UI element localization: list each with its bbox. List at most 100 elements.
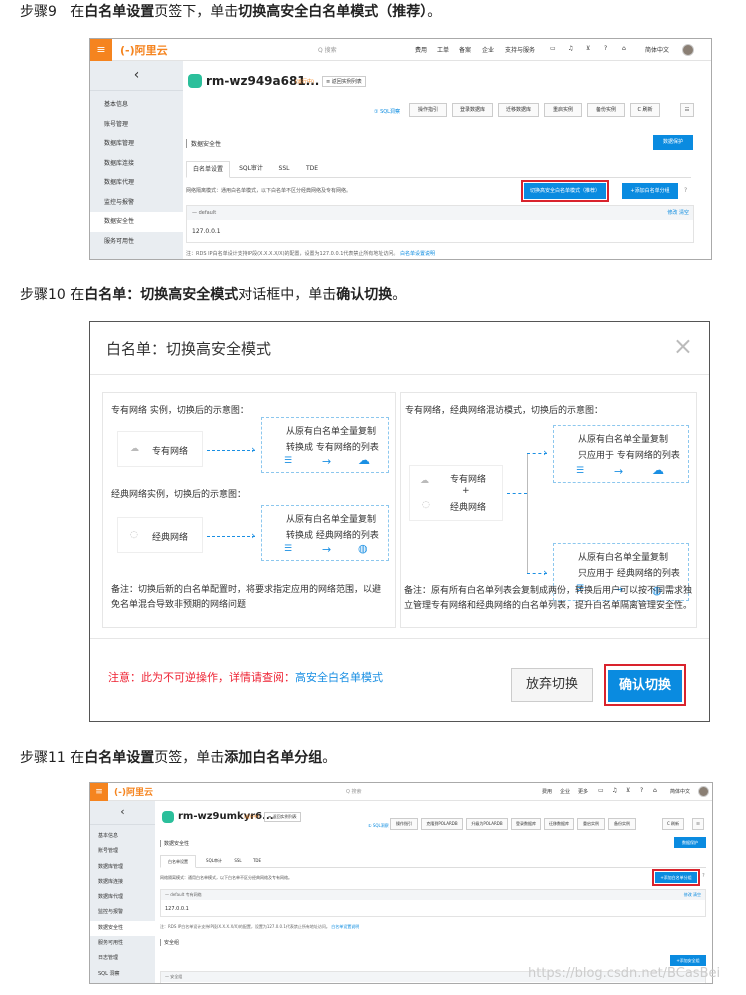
- language-switch[interactable]: 简体中文: [645, 45, 669, 54]
- back-to-list-button[interactable]: ≡ 返回实例列表: [322, 76, 366, 87]
- sidebar-item-sql-insight[interactable]: SQL 洞察: [90, 967, 155, 982]
- top-bar: ≡ (-)阿里云 Q 搜索 费用 工单 备案 企业 支持与服务 ▭ ♫ ⊻ ? …: [90, 39, 711, 61]
- tab-sql-audit[interactable]: SQL审计: [234, 161, 268, 178]
- restart-button[interactable]: 重启实例: [577, 818, 605, 830]
- hamburger-icon[interactable]: ≡: [90, 783, 108, 801]
- convert-label: 转换成 专有网络的列表: [286, 443, 379, 453]
- tab-whitelist[interactable]: 白名单设置: [160, 855, 196, 868]
- sidebar-item-connection[interactable]: 数据库连接: [90, 875, 155, 890]
- classic-diagram-title: 经典网络实例，切换后的示意图：: [111, 490, 247, 500]
- nav-fees[interactable]: 费用: [415, 45, 427, 54]
- add-security-group-button[interactable]: +添加安全组: [670, 955, 706, 966]
- home-icon[interactable]: ⌂: [653, 787, 657, 794]
- sidebar-item-availability[interactable]: 服务可用性: [90, 936, 155, 951]
- tab-tde[interactable]: TDE: [248, 855, 266, 868]
- migrate-db-button[interactable]: 迁移数据库: [544, 818, 574, 830]
- sidebar-item-monitoring[interactable]: 监控与报警: [90, 193, 183, 213]
- data-protection-button[interactable]: 数据保护: [653, 135, 693, 150]
- close-icon[interactable]: ×: [673, 332, 693, 360]
- whitelist-doc-link[interactable]: 白名单设置说明: [331, 924, 359, 929]
- cart-icon[interactable]: ⊻: [626, 787, 630, 794]
- migrate-db-button[interactable]: 迁移数据库: [498, 103, 539, 117]
- add-group-button[interactable]: +添加白名单分组: [622, 183, 678, 199]
- list-icon: ☰: [284, 544, 293, 554]
- language-switch[interactable]: 简体中文: [670, 788, 690, 795]
- step-11-instruction: 步骤11 在白名单设置页签，单击添加白名单分组。: [20, 750, 337, 766]
- cloud-icon: ☁: [420, 476, 429, 486]
- back-chevron-icon[interactable]: ‹: [90, 801, 155, 825]
- back-chevron-icon[interactable]: ‹: [90, 61, 183, 91]
- bell-icon[interactable]: ♫: [568, 45, 573, 52]
- list-icon[interactable]: ☷: [680, 103, 694, 117]
- nav-more[interactable]: 更多: [578, 788, 588, 795]
- help-icon[interactable]: ?: [640, 787, 643, 794]
- high-security-doc-link[interactable]: 高安全白名单模式: [295, 671, 383, 684]
- sidebar-item-availability[interactable]: 服务可用性: [90, 232, 183, 252]
- arrow-right-icon: →: [322, 543, 332, 556]
- sidebar-item-databases[interactable]: 数据库管理: [90, 134, 183, 154]
- help-circle-icon[interactable]: ?: [684, 187, 687, 194]
- whitelist-doc-link[interactable]: 白名单设置说明: [400, 251, 435, 257]
- sidebar-item-databases[interactable]: 数据库管理: [90, 860, 155, 875]
- sidebar-item-security[interactable]: 数据安全性: [90, 920, 155, 937]
- sql-insight-link[interactable]: ① SQL洞察: [368, 823, 389, 829]
- tab-sql-audit[interactable]: SQL审计: [200, 855, 228, 868]
- login-db-button[interactable]: 登录数据库: [452, 103, 493, 117]
- refresh-button[interactable]: C 刷新: [662, 818, 684, 830]
- backup-button[interactable]: 备份实例: [587, 103, 625, 117]
- tab-ssl[interactable]: SSL: [230, 855, 246, 868]
- avatar[interactable]: [682, 44, 694, 56]
- sidebar-item-basic-info[interactable]: 基本信息: [90, 95, 183, 115]
- sidebar-item-basic-info[interactable]: 基本信息: [90, 829, 155, 844]
- refresh-button[interactable]: C 刷新: [630, 103, 660, 117]
- terminal-icon[interactable]: ▭: [598, 787, 604, 794]
- nav-support[interactable]: 支持与服务: [505, 45, 535, 54]
- nav-icp[interactable]: 备案: [459, 45, 471, 54]
- upgrade-polardb-button[interactable]: 升级为POLARDB: [466, 818, 508, 830]
- sidebar-item-logs[interactable]: 日志管理: [90, 951, 155, 966]
- vpc-source-label: 专有网络: [152, 447, 189, 457]
- section-title: 数据安全性: [186, 139, 221, 148]
- cart-icon[interactable]: ⊻: [586, 45, 590, 52]
- tab-whitelist[interactable]: 白名单设置: [186, 161, 230, 178]
- nav-tickets[interactable]: 工单: [437, 45, 449, 54]
- edit-clear-links[interactable]: 修改 清空: [667, 206, 689, 220]
- sql-insight-link[interactable]: ① SQL洞察: [374, 108, 400, 115]
- sidebar-item-connection[interactable]: 数据库连接: [90, 154, 183, 174]
- sidebar-item-monitoring[interactable]: 监控与报警: [90, 905, 155, 920]
- nav-enterprise[interactable]: 企业: [560, 788, 570, 795]
- right-note: 备注：原有所有白名单列表会复制成两份，转换后用户可以按不同需求独立管理专有网络和…: [404, 586, 693, 611]
- terminal-icon[interactable]: ▭: [550, 45, 556, 52]
- login-db-button[interactable]: 登录数据库: [511, 818, 541, 830]
- nav-enterprise[interactable]: 企业: [482, 45, 494, 54]
- home-icon[interactable]: ⌂: [622, 45, 626, 52]
- help-icon[interactable]: ?: [604, 45, 607, 52]
- list-icon[interactable]: ☷: [692, 818, 704, 830]
- guide-button[interactable]: 操作指引: [390, 818, 418, 830]
- avatar[interactable]: [698, 786, 709, 797]
- sidebar-item-security[interactable]: 数据安全性: [90, 212, 183, 232]
- bell-icon[interactable]: ♫: [612, 787, 617, 794]
- sidebar-item-proxy[interactable]: 数据库代理: [90, 173, 183, 193]
- nav-fees[interactable]: 费用: [542, 788, 552, 795]
- cancel-switch-button[interactable]: 放弃切换: [511, 668, 593, 702]
- guide-button[interactable]: 操作指引: [409, 103, 447, 117]
- search-input[interactable]: Q 搜索: [346, 788, 362, 795]
- console-screenshot-1: ≡ (-)阿里云 Q 搜索 费用 工单 备案 企业 支持与服务 ▭ ♫ ⊻ ? …: [89, 38, 712, 260]
- restart-button[interactable]: 重启实例: [544, 103, 582, 117]
- help-circle-icon[interactable]: ?: [702, 873, 705, 879]
- sidebar-item-accounts[interactable]: 账号管理: [90, 844, 155, 859]
- clone-polardb-button[interactable]: 克隆到POLARDB: [421, 818, 463, 830]
- backup-button[interactable]: 备份实例: [608, 818, 636, 830]
- sidebar-item-accounts[interactable]: 账号管理: [90, 115, 183, 135]
- whitelist-note: 注：RDS IP白名单设计支持IP段(X.X.X.X/X)的配置，设置为127.…: [160, 924, 360, 929]
- sidebar-item-proxy[interactable]: 数据库代理: [90, 890, 155, 905]
- tab-tde[interactable]: TDE: [300, 161, 324, 178]
- tab-ssl[interactable]: SSL: [272, 161, 296, 178]
- hamburger-icon[interactable]: ≡: [90, 39, 112, 61]
- edit-clear-links[interactable]: 修改 清空: [684, 890, 701, 900]
- data-protection-button[interactable]: 数据保护: [674, 837, 706, 848]
- arrow-right-icon: →: [322, 455, 332, 468]
- search-input[interactable]: Q 搜索: [318, 45, 337, 54]
- back-to-list-button[interactable]: ≡ 返回实例列表: [264, 812, 301, 822]
